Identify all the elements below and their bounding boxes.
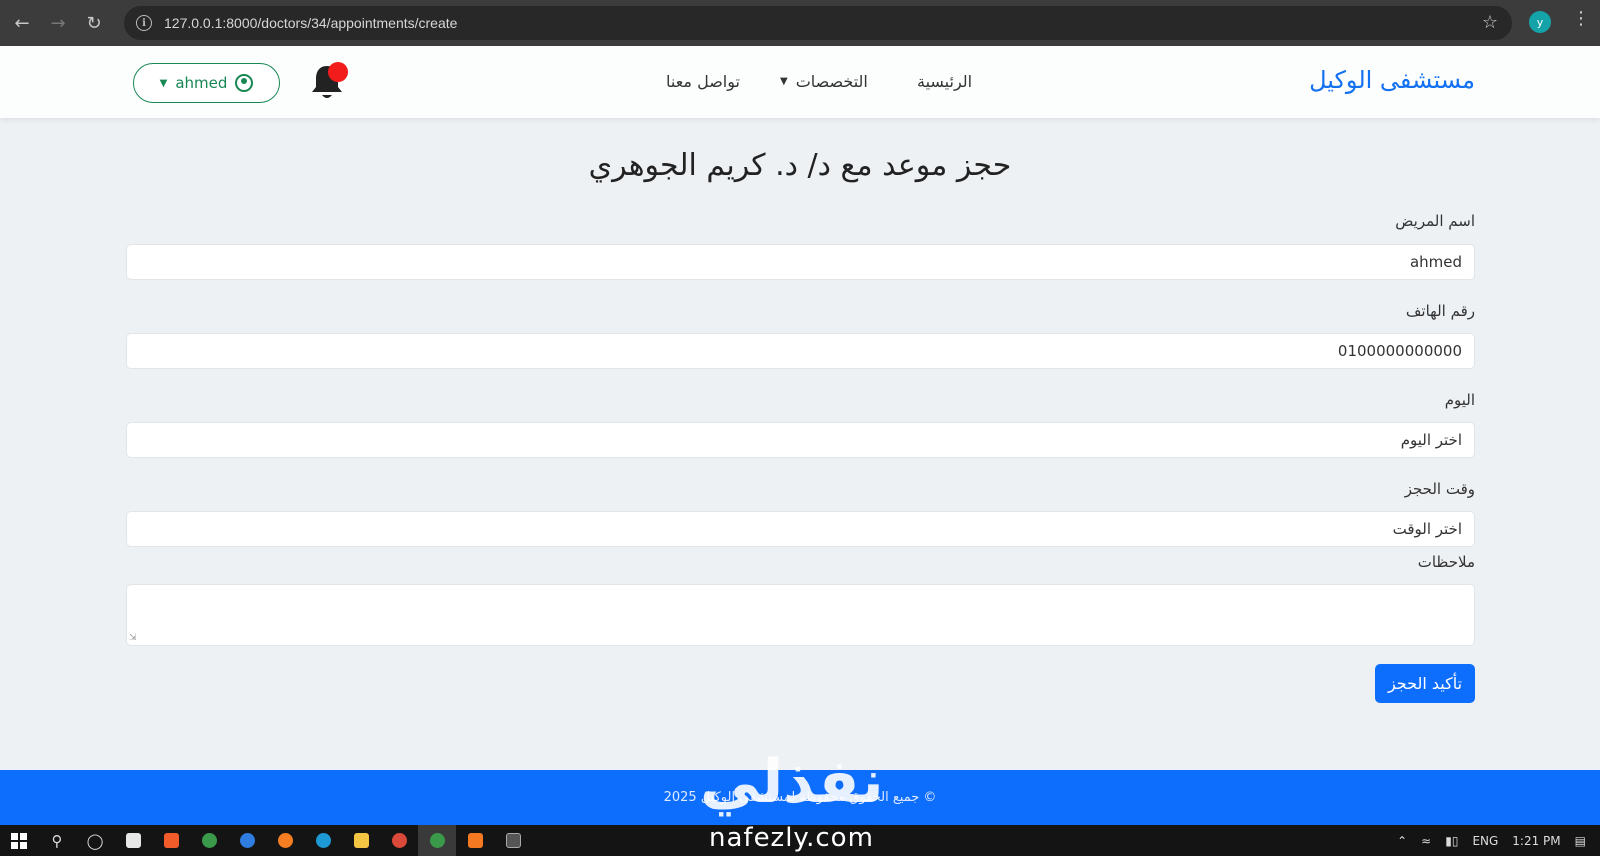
day-select[interactable]: اختر اليوم (126, 422, 1475, 458)
patient-name-input[interactable]: ahmed (126, 244, 1475, 280)
profile-avatar[interactable]: y (1529, 11, 1551, 33)
search-icon[interactable]: ⚲ (38, 825, 76, 856)
firefox-icon[interactable] (266, 825, 304, 856)
phone-input[interactable]: 0100000000000 (126, 333, 1475, 369)
chrome-icon[interactable] (380, 825, 418, 856)
site-info-icon[interactable]: i (136, 15, 152, 31)
windows-start-icon[interactable] (0, 825, 38, 856)
notifications-icon[interactable]: ▤ (1575, 834, 1586, 848)
reload-icon[interactable]: ↻ (76, 5, 112, 41)
chrome-icon[interactable] (190, 825, 228, 856)
caret-down-icon: ▼ (780, 76, 788, 87)
time-select[interactable]: اختر الوقت (126, 511, 1475, 547)
edge-icon[interactable] (304, 825, 342, 856)
resize-handle-icon[interactable]: ⇲ (129, 633, 137, 643)
brand-logo[interactable]: مستشفى الوكيل (1309, 66, 1475, 94)
site-footer: © جميع الحقوق محفوظة لمستشفى الوكيل 2025… (0, 752, 1600, 825)
address-bar[interactable]: i 127.0.0.1:8000/doctors/34/appointments… (124, 6, 1512, 40)
bookmark-star-icon[interactable]: ☆ (1482, 12, 1498, 33)
forward-icon[interactable]: → (40, 5, 76, 41)
language-indicator[interactable]: ENG (1472, 834, 1498, 848)
phone-label: رقم الهاتف (1405, 302, 1475, 320)
page-title: حجز موعد مع د/ د. كريم الجوهري (588, 148, 1012, 183)
nav-contact-link[interactable]: تواصل معنا (666, 72, 740, 91)
store-icon[interactable] (114, 825, 152, 856)
user-name: ahmed (175, 74, 228, 92)
system-tray: ⌃ ≈ ▮▯ ENG 1:21 PM ▤ (1397, 825, 1600, 856)
confirm-booking-button[interactable]: تأكيد الحجز (1375, 664, 1475, 703)
browser-toolbar: ← → ↻ i 127.0.0.1:8000/doctors/34/appoin… (0, 0, 1600, 46)
time-label: وقت الحجز (1404, 480, 1475, 498)
windows-taskbar: ⚲ ◯ nafezly.com ⌃ ≈ ▮▯ ENG 1:21 PM ▤ (0, 823, 1600, 856)
cortana-icon[interactable]: ◯ (76, 825, 114, 856)
clock[interactable]: 1:21 PM (1512, 834, 1560, 848)
notes-textarea[interactable]: ⇲ (126, 584, 1475, 646)
wifi-icon[interactable]: ≈ (1421, 834, 1431, 848)
file-explorer-icon[interactable] (342, 825, 380, 856)
site-navbar: مستشفى الوكيل الرئيسية ▼ التخصصات تواصل … (0, 46, 1600, 118)
chrome-active-icon[interactable] (418, 825, 456, 856)
url-text[interactable]: 127.0.0.1:8000/doctors/34/appointments/c… (164, 15, 457, 31)
watermark-logo: نفذلي (700, 747, 884, 817)
battery-icon[interactable]: ▮▯ (1445, 834, 1458, 848)
notes-label: ملاحظات (1417, 553, 1475, 571)
chrome-canary-icon[interactable] (228, 825, 266, 856)
terminal-icon[interactable] (494, 825, 532, 856)
brave-icon[interactable] (152, 825, 190, 856)
xampp-icon[interactable] (456, 825, 494, 856)
caret-down-icon: ▼ (159, 77, 168, 89)
browser-menu-icon[interactable]: ⋮ (1572, 8, 1590, 29)
nav-specialties-label: التخصصات (795, 72, 868, 91)
user-circle-icon (235, 74, 254, 92)
chevron-up-icon[interactable]: ⌃ (1397, 834, 1407, 848)
user-menu-button[interactable]: ▼ ahmed (133, 63, 280, 103)
patient-name-label: اسم المريض (1395, 212, 1475, 230)
day-label: اليوم (1444, 391, 1475, 409)
watermark-url: nafezly.com (709, 823, 874, 853)
nav-home-link[interactable]: الرئيسية (917, 72, 972, 91)
notification-badge (328, 62, 348, 82)
nav-specialties-dropdown[interactable]: ▼ التخصصات (780, 72, 868, 91)
back-icon[interactable]: ← (4, 5, 40, 41)
